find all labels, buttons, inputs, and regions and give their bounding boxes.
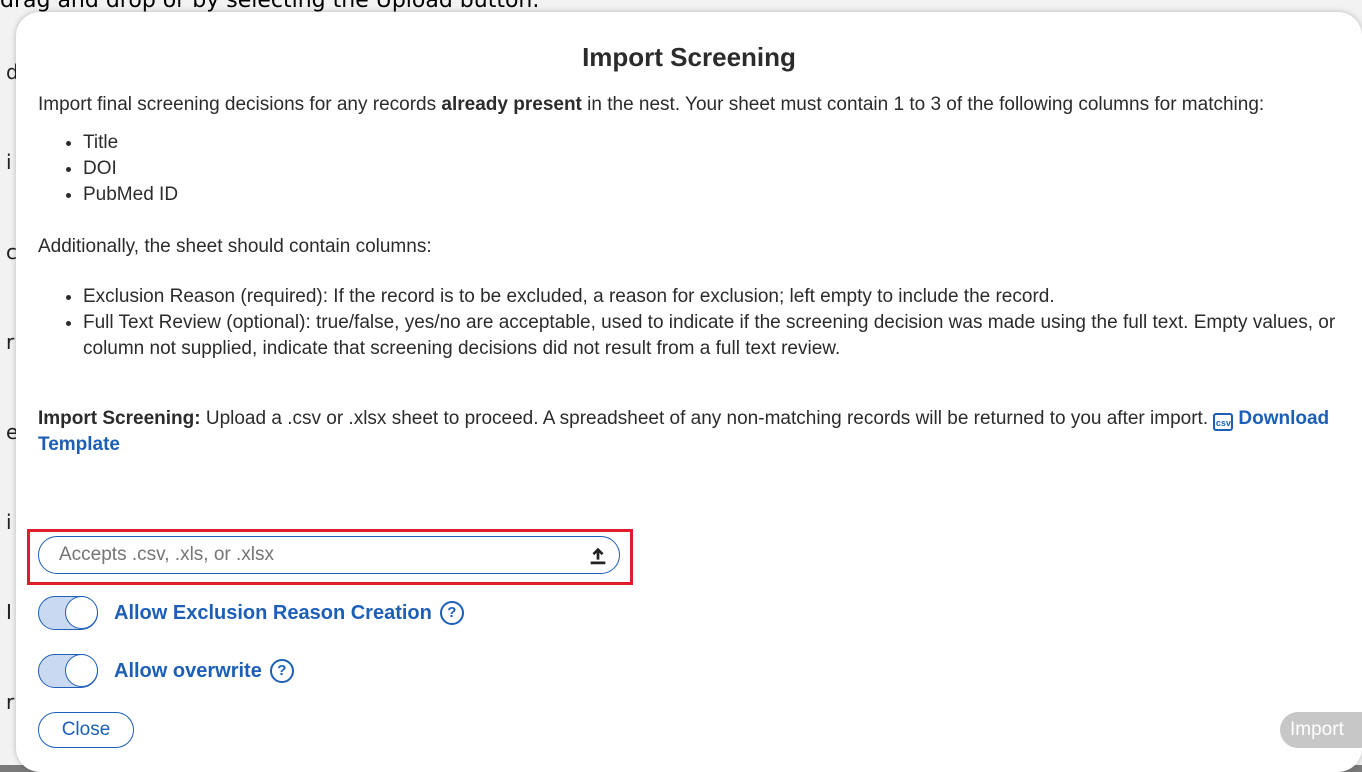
- overwrite-toggle-row: Allow overwrite ?: [38, 652, 294, 690]
- upload-icon[interactable]: [587, 545, 609, 567]
- additional-columns-text: Additionally, the sheet should contain c…: [38, 236, 432, 257]
- overwrite-label: Allow overwrite: [114, 659, 262, 682]
- list-item: DOI: [83, 156, 1338, 182]
- close-button[interactable]: Close: [38, 712, 134, 748]
- list-item: Title: [83, 130, 1338, 156]
- exclusion-reason-label: Allow Exclusion Reason Creation: [114, 601, 432, 624]
- match-columns-list: Title DOI PubMed ID: [38, 130, 1338, 208]
- exclusion-reason-toggle[interactable]: [38, 596, 98, 630]
- file-upload-input[interactable]: [38, 536, 620, 574]
- modal-title: Import Screening: [582, 42, 796, 72]
- modal-body: Import final screening decisions for any…: [38, 92, 1338, 458]
- import-screening-modal: Import Screening Import final screening …: [16, 12, 1362, 772]
- list-item: Exclusion Reason (required): If the reco…: [83, 284, 1338, 310]
- import-instructions: Import Screening: Upload a .csv or .xlsx…: [38, 408, 1330, 455]
- exclusion-reason-toggle-row: Allow Exclusion Reason Creation ?: [38, 594, 464, 632]
- help-icon[interactable]: ?: [269, 659, 294, 683]
- already-present-emphasis: already present: [441, 94, 582, 115]
- extra-columns-list: Exclusion Reason (required): If the reco…: [38, 284, 1338, 362]
- csv-file-icon: csv: [1213, 413, 1234, 431]
- import-label: Import Screening:: [38, 408, 201, 429]
- overwrite-toggle[interactable]: [38, 654, 98, 688]
- list-item: Full Text Review (optional): true/false,…: [83, 310, 1338, 362]
- list-item: PubMed ID: [83, 182, 1338, 208]
- toggle-knob: [65, 654, 98, 687]
- intro-paragraph: Import final screening decisions for any…: [38, 94, 1265, 115]
- toggle-knob: [65, 596, 98, 629]
- help-icon[interactable]: ?: [439, 601, 464, 625]
- import-button[interactable]: Import: [1280, 712, 1362, 748]
